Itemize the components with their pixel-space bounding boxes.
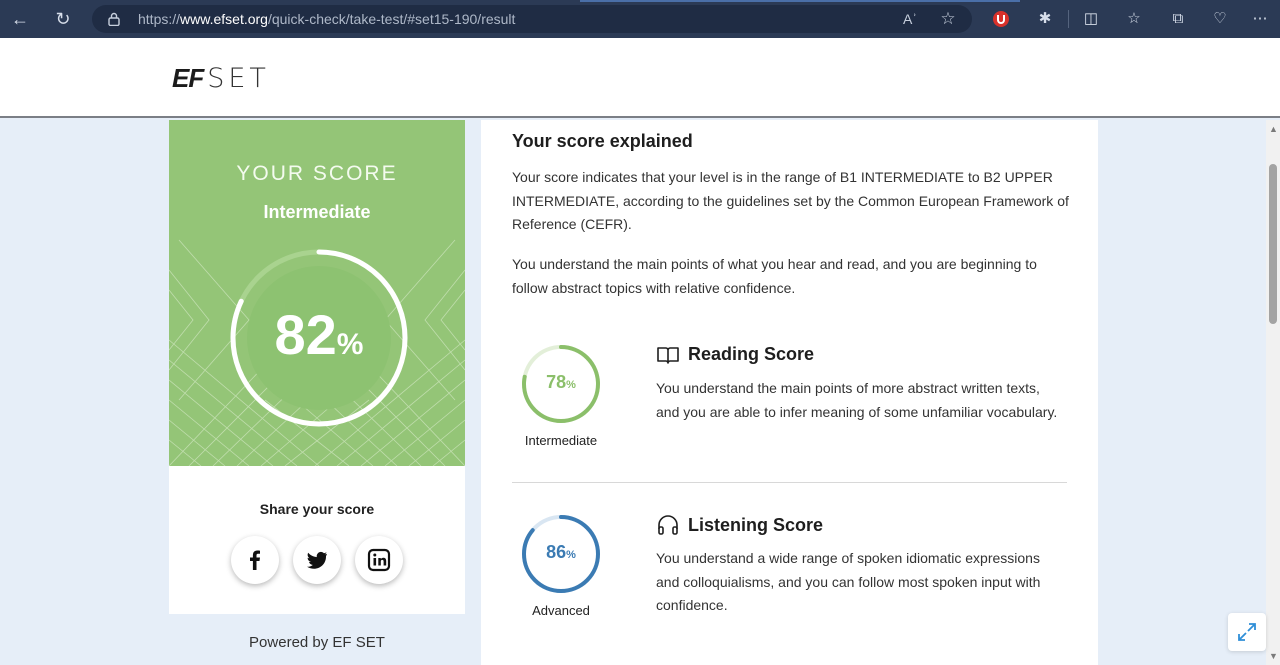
overall-level: Intermediate: [263, 202, 371, 222]
share-score-label: Share your score: [259, 501, 375, 517]
score-card: YOUR SCORE Intermediate 82% Share your s…: [169, 120, 465, 614]
split-screen-icon[interactable]: ◫: [1079, 7, 1103, 31]
scroll-thumb[interactable]: [1269, 164, 1277, 324]
reading-level: Intermediate: [524, 433, 598, 448]
book-icon: [657, 346, 679, 364]
reading-score-description: You understand the main points of more a…: [656, 380, 1058, 420]
listening-score-value: 86%: [546, 542, 576, 562]
refresh-button[interactable]: ↻: [49, 5, 77, 33]
back-button[interactable]: ←: [6, 5, 34, 33]
lock-icon: [108, 12, 120, 26]
more-options-icon[interactable]: ⋯: [1248, 7, 1272, 31]
browser-essentials-icon[interactable]: ♡: [1208, 7, 1232, 31]
share-linkedin-button[interactable]: [355, 536, 403, 584]
toolbar-separator: [1068, 10, 1069, 28]
listening-score-title: Listening Score: [656, 514, 823, 536]
scroll-up-arrow[interactable]: ▲: [1269, 124, 1278, 134]
extension-shield-icon[interactable]: [989, 7, 1013, 31]
collections-icon[interactable]: ⧉: [1166, 7, 1190, 31]
browser-toolbar: ← ↻ https://www.efset.org/quick-check/ta…: [0, 0, 1280, 38]
explanation-title: Your score explained: [512, 131, 693, 151]
share-facebook-button[interactable]: [231, 536, 279, 584]
scroll-down-arrow[interactable]: ▼: [1269, 651, 1278, 661]
active-tab-indicator: [580, 0, 1020, 2]
read-aloud-icon[interactable]: Aʾ: [900, 9, 920, 29]
site-header: EF SET: [0, 38, 1280, 118]
headphones-icon: [658, 515, 678, 535]
listening-score-description: You understand a wide range of spoken id…: [656, 550, 1041, 613]
efset-logo[interactable]: EF SET: [172, 60, 270, 96]
listening-level: Advanced: [532, 603, 590, 618]
linkedin-icon: [367, 548, 391, 572]
favorite-star-icon[interactable]: ☆: [938, 9, 958, 29]
reading-score-heading: Reading Score: [688, 344, 815, 364]
logo-ef: EF: [172, 62, 204, 93]
section-divider: [512, 482, 1067, 483]
favorites-icon[interactable]: ☆: [1122, 7, 1146, 31]
twitter-icon: [307, 551, 327, 569]
logo-set: SET: [207, 62, 270, 94]
score-explanation-panel: Your score explained Your score indicate…: [481, 120, 1098, 665]
page-scrollbar[interactable]: ▲ ▼: [1266, 120, 1280, 665]
extensions-puzzle-icon[interactable]: ✱: [1033, 7, 1057, 31]
expand-button[interactable]: [1228, 613, 1266, 651]
share-twitter-button[interactable]: [293, 536, 341, 584]
overall-score-value: 82%: [274, 303, 364, 366]
score-summary: YOUR SCORE Intermediate 82%: [169, 120, 465, 466]
explanation-paragraph-1: Your score indicates that your level is …: [512, 169, 1069, 232]
reading-score-title: Reading Score: [656, 344, 814, 365]
explanation-paragraph-2: You understand the main points of what y…: [512, 256, 1037, 296]
powered-by-text: Powered by EF SET: [249, 634, 385, 651]
url-text[interactable]: https://www.efset.org/quick-check/take-t…: [138, 5, 515, 33]
expand-arrows-icon: [1238, 623, 1256, 641]
facebook-icon: [250, 550, 260, 570]
listening-score-heading: Listening Score: [688, 514, 824, 535]
address-bar[interactable]: https://www.efset.org/quick-check/take-t…: [92, 5, 972, 33]
reading-score-value: 78%: [546, 372, 576, 392]
your-score-label: YOUR SCORE: [236, 162, 398, 185]
